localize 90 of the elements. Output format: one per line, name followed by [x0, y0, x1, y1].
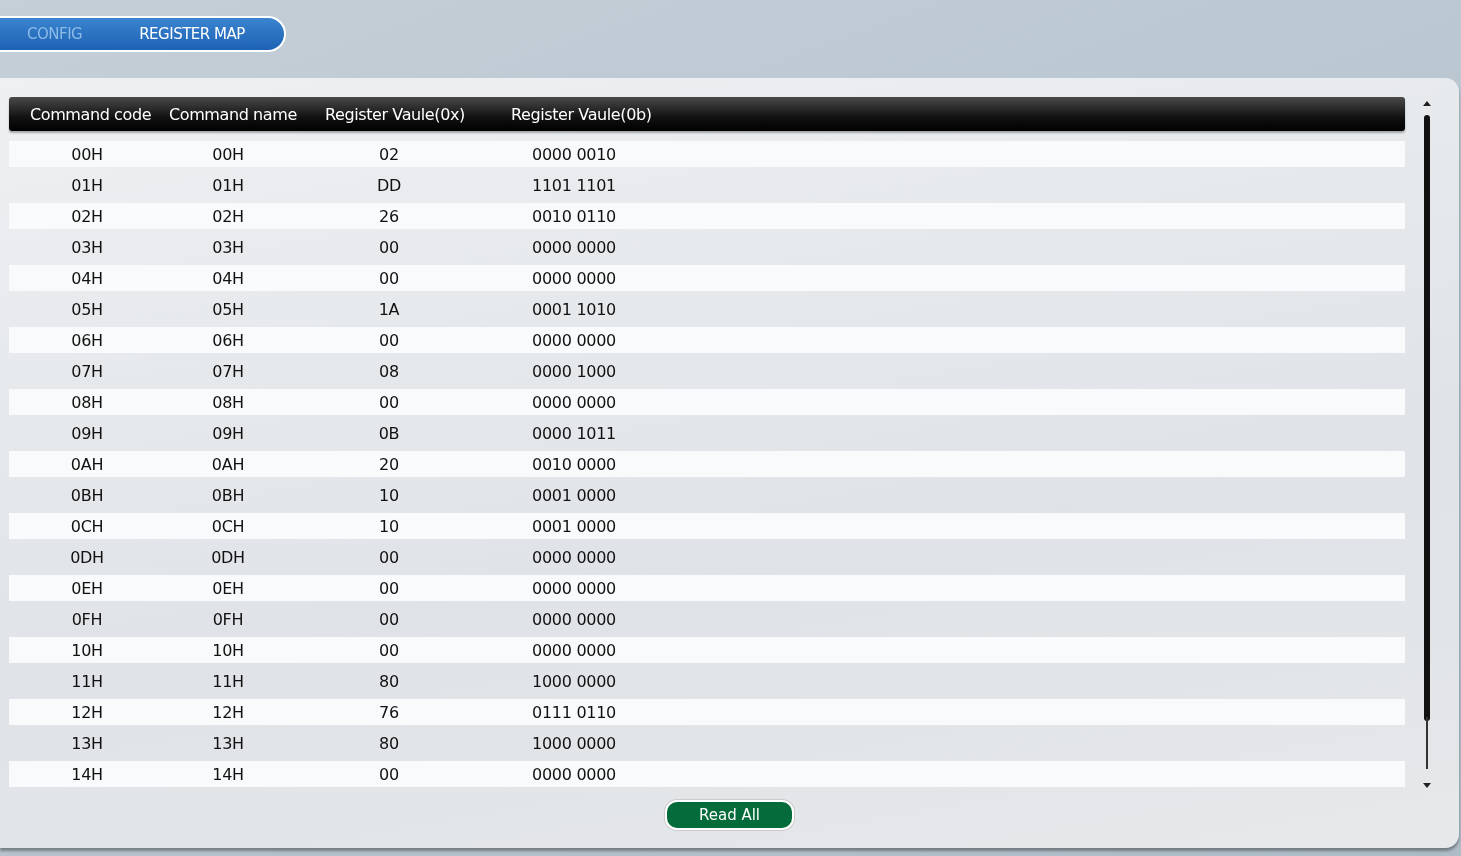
table-cell-text: 00: [378, 578, 400, 598]
table-cell-text: 10: [378, 485, 400, 505]
table-cell-text: 1000 0000: [531, 671, 617, 691]
table-cell-text: 13H: [70, 733, 104, 753]
table-cell-text: 00: [378, 268, 400, 288]
table-cell-text: DD: [375, 175, 402, 195]
table-cell-text: 0010 0000: [531, 454, 617, 474]
table-cell-text: 10H: [70, 640, 104, 660]
table-cell-text: 08H: [70, 392, 104, 412]
table-cell-text: 1101 1101: [531, 175, 617, 195]
table-cell-text: 05H: [211, 299, 245, 319]
table-cell-text: 0B: [377, 423, 401, 443]
table-cell-text: 0DH: [210, 547, 246, 567]
table-cell-text: 11H: [211, 671, 245, 691]
table-cell-text: 00H: [211, 144, 245, 164]
table-cell-text: 07H: [70, 361, 104, 381]
table-cell-text: 0000 0000: [531, 330, 617, 350]
table-cell-text: 0DH: [69, 547, 105, 567]
table-cell-text: 0AH: [69, 454, 105, 474]
table-cell-text: 08: [378, 361, 400, 381]
table-cell-text: 0EH: [211, 578, 245, 598]
table-cell-text: 0010 0110: [531, 206, 617, 226]
table-cell-text: 80: [378, 733, 400, 753]
table-cell-text: 11H: [70, 671, 104, 691]
table-cell-text: 00: [378, 392, 400, 412]
table-cell-text: 10H: [211, 640, 245, 660]
column-header: Register Vaule(0x): [325, 104, 466, 124]
table-cell-text: 0AH: [210, 454, 246, 474]
table-cell-text: 26: [378, 206, 400, 226]
table-cell-text: 01H: [211, 175, 245, 195]
column-header: Register Vaule(0b): [511, 104, 653, 124]
table-cell-text: 0000 0000: [531, 237, 617, 257]
table-cell-text: 02: [378, 144, 400, 164]
table-cell-text: 02H: [70, 206, 104, 226]
table-cell-text: 0000 1000: [531, 361, 617, 381]
read-all-button[interactable]: Read All: [665, 800, 794, 830]
table-cell-text: 10: [378, 516, 400, 536]
table-cell-text: 0000 0000: [531, 268, 617, 288]
table-cell-text: 0BH: [210, 485, 246, 505]
table-cell-text: 80: [378, 671, 400, 691]
table-cell-text: 01H: [70, 175, 104, 195]
table-cell-text: 08H: [211, 392, 245, 412]
table-cell-text: 0111 0110: [531, 702, 617, 722]
table-cell-text: 0FH: [211, 609, 245, 629]
table-cell-text: 20: [378, 454, 400, 474]
table-cell-text: 0CH: [69, 516, 105, 536]
table-cell-text: 12H: [70, 702, 104, 722]
table-cell-text: 13H: [211, 733, 245, 753]
table-cell-text: 04H: [211, 268, 245, 288]
table-cell-text: 0001 1010: [531, 299, 617, 319]
table-cell-text: 14H: [211, 764, 245, 784]
table-cell-text: 0EH: [70, 578, 104, 598]
table-cell-text: 00: [378, 640, 400, 660]
table-cell-text: 0000 0000: [531, 609, 617, 629]
column-header: Command name: [169, 104, 298, 124]
table-cell-text: 0000 0000: [531, 547, 617, 567]
table-cell-text: 04H: [70, 268, 104, 288]
table-cell-text: 1000 0000: [531, 733, 617, 753]
table-cell-text: 14H: [70, 764, 104, 784]
table-cell-text: 00: [378, 330, 400, 350]
table-cell-text: 06H: [70, 330, 104, 350]
table-cell-text: 00: [378, 237, 400, 257]
table-cell-text: 00: [378, 609, 400, 629]
table-cell-text: 76: [378, 702, 400, 722]
table-cell-text: 03H: [70, 237, 104, 257]
table-cell-text: 00H: [70, 144, 104, 164]
tab[interactable]: REGISTER MAP: [139, 25, 245, 43]
table-cell-text: 12H: [211, 702, 245, 722]
table-cell-text: 0001 0000: [531, 485, 617, 505]
column-header: Command code: [30, 104, 153, 124]
table-cell-text: 0000 0000: [531, 640, 617, 660]
table-cell-text: 0000 0000: [531, 392, 617, 412]
table-cell-text: 03H: [211, 237, 245, 257]
table-cell-text: 0001 0000: [531, 516, 617, 536]
table-cell-text: 0FH: [70, 609, 104, 629]
table-cell-text: 0BH: [69, 485, 105, 505]
table-cell-text: 1A: [377, 299, 401, 319]
table-cell-text: 0000 1011: [531, 423, 617, 443]
table-cell-text: 0000 0000: [531, 764, 617, 784]
table-cell-text: 00: [378, 764, 400, 784]
table-cell-text: 0000 0000: [531, 578, 617, 598]
table-cell-text: 0CH: [210, 516, 246, 536]
table-cell-text: 09H: [211, 423, 245, 443]
table-cell-text: 00: [378, 547, 400, 567]
table-cell-text: 07H: [211, 361, 245, 381]
table-cell-text: 02H: [211, 206, 245, 226]
table-cell-text: 0000 0010: [531, 144, 617, 164]
table-cell-text: 06H: [211, 330, 245, 350]
table-cell-text: 09H: [70, 423, 104, 443]
table-cell-text: 05H: [70, 299, 104, 319]
